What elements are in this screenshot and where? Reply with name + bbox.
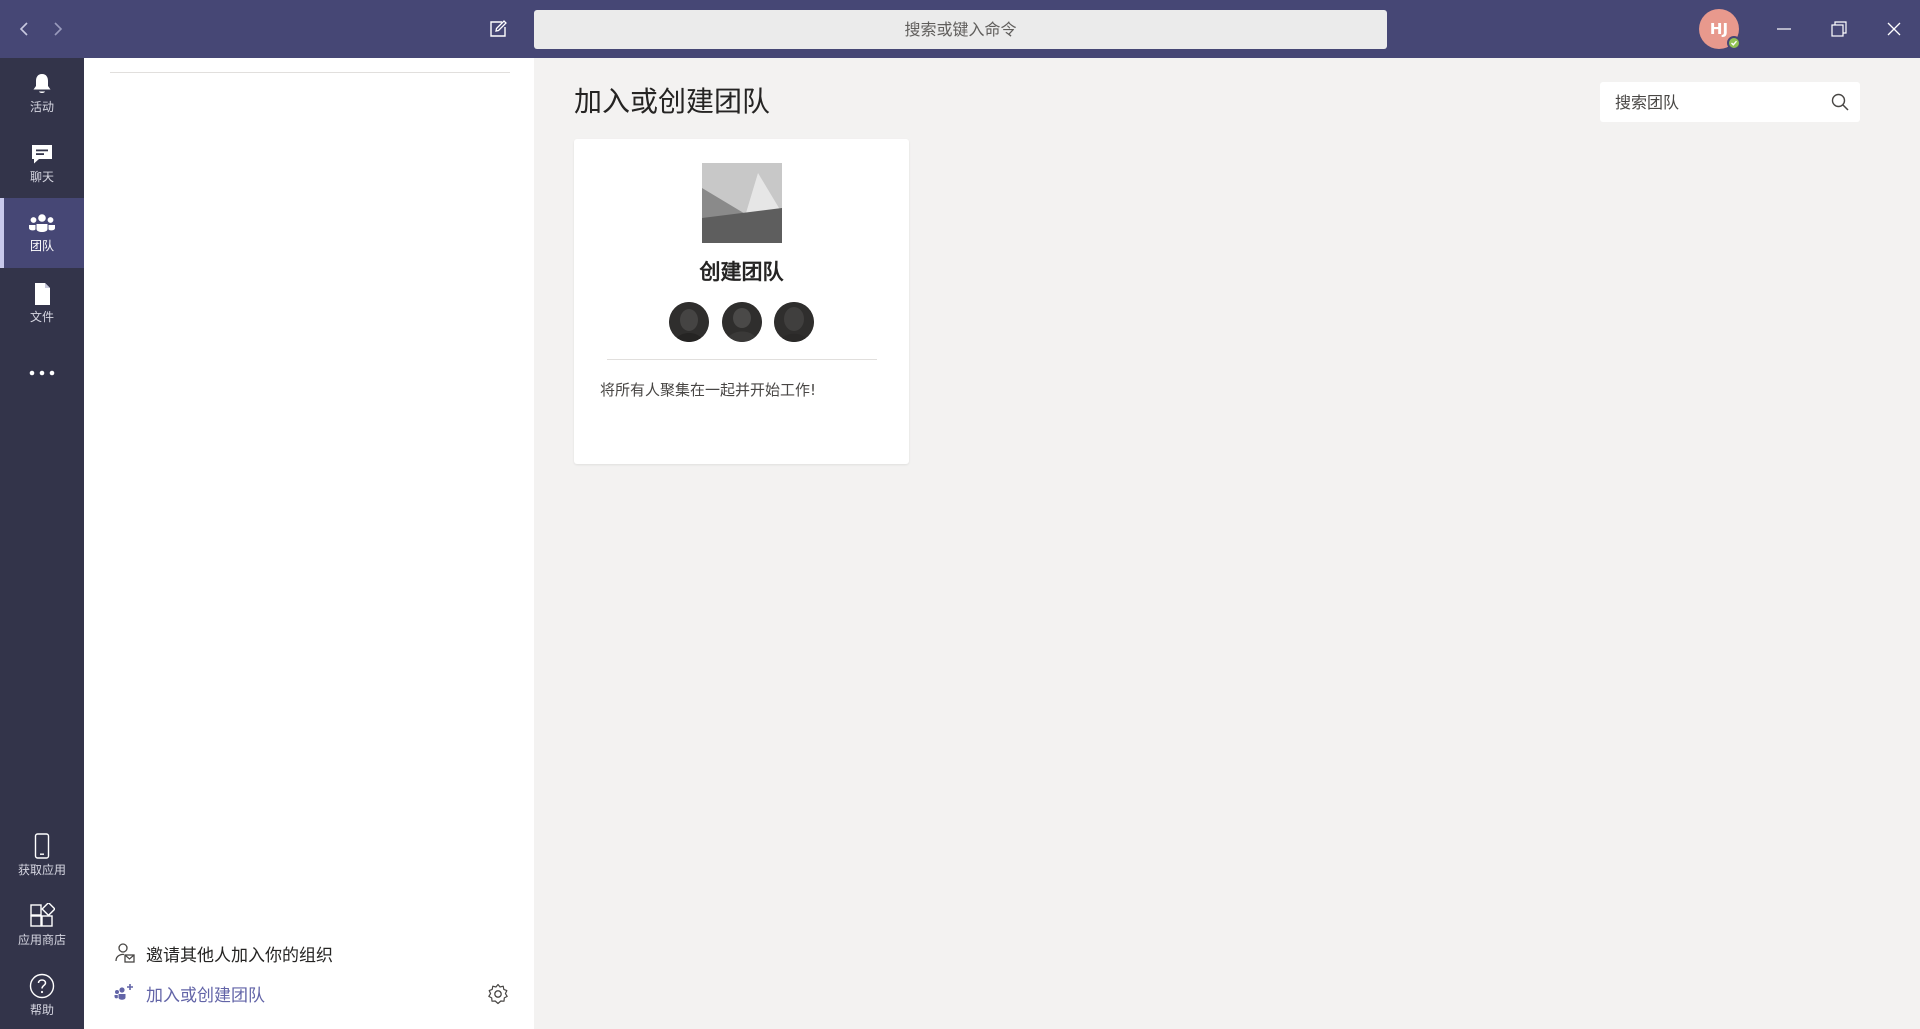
restore-icon xyxy=(1831,21,1847,37)
main-content: 加入或创建团队 创建团队 xyxy=(534,58,1920,1029)
page-title: 加入或创建团队 xyxy=(574,85,771,118)
app-rail: 活动 聊天 团队 文件 获取应用 应用商店 帮助 xyxy=(0,58,84,1029)
chat-icon xyxy=(32,145,52,164)
create-team-description: 将所有人聚集在一起并开始工作! xyxy=(600,381,817,399)
search-icon[interactable] xyxy=(1830,92,1850,112)
manage-teams-button[interactable] xyxy=(486,982,510,1006)
member-avatar-icon xyxy=(774,302,814,342)
rail-item-more[interactable] xyxy=(0,338,84,408)
rail-item-teams[interactable]: 团队 xyxy=(0,198,84,268)
rail-label: 文件 xyxy=(29,310,54,324)
team-image-placeholder-icon xyxy=(702,163,782,243)
team-search-box xyxy=(1600,82,1860,122)
rail-label: 活动 xyxy=(29,100,54,114)
create-team-title: 创建团队 xyxy=(699,260,784,284)
invite-people-link[interactable]: 邀请其他人加入你的组织 xyxy=(114,938,333,968)
new-chat-button[interactable] xyxy=(484,15,512,43)
teams-list-panel: 邀请其他人加入你的组织 加入或创建团队 xyxy=(84,58,534,1029)
file-icon xyxy=(35,283,50,305)
help-icon xyxy=(29,973,55,999)
join-create-team-label: 加入或创建团队 xyxy=(146,985,265,1006)
member-avatar-icon xyxy=(721,302,762,342)
team-search-input[interactable] xyxy=(1600,82,1810,122)
compose-icon xyxy=(490,20,507,37)
invite-people-icon xyxy=(115,943,135,963)
command-search-input[interactable] xyxy=(534,10,1387,49)
forward-button[interactable] xyxy=(46,16,70,42)
create-team-card[interactable]: 创建团队 将所有人聚集在一起并开始工作! xyxy=(574,139,909,464)
add-team-icon xyxy=(114,984,133,1000)
close-button[interactable] xyxy=(1879,14,1909,44)
rail-label: 应用商店 xyxy=(17,933,66,947)
rail-label: 团队 xyxy=(29,239,54,253)
gear-icon xyxy=(488,983,508,1005)
divider xyxy=(110,72,510,73)
close-icon xyxy=(1887,22,1901,36)
rail-label: 获取应用 xyxy=(17,863,66,877)
member-avatars xyxy=(669,302,814,344)
presence-available-icon xyxy=(1727,36,1741,50)
avatar-initials: HJ xyxy=(1709,20,1729,38)
minimize-button[interactable] xyxy=(1769,14,1799,44)
chevron-right-icon xyxy=(54,22,63,36)
card-divider xyxy=(607,359,877,360)
rail-item-get-app[interactable]: 获取应用 xyxy=(0,820,84,890)
teams-icon xyxy=(29,214,55,232)
chevron-left-icon xyxy=(19,22,28,36)
rail-item-files[interactable]: 文件 xyxy=(0,268,84,338)
rail-item-help[interactable]: 帮助 xyxy=(0,960,84,1029)
restore-button[interactable] xyxy=(1824,14,1854,44)
rail-label: 帮助 xyxy=(29,1003,54,1017)
title-bar: HJ xyxy=(0,0,1920,58)
bell-icon xyxy=(33,74,51,93)
rail-item-activity[interactable]: 活动 xyxy=(0,58,84,128)
minimize-icon xyxy=(1777,28,1791,30)
rail-label: 聊天 xyxy=(29,170,54,184)
user-avatar[interactable]: HJ xyxy=(1699,9,1741,50)
phone-icon xyxy=(34,833,50,859)
invite-people-label: 邀请其他人加入你的组织 xyxy=(146,945,333,966)
member-avatar-icon xyxy=(669,302,709,342)
rail-item-chat[interactable]: 聊天 xyxy=(0,128,84,198)
join-create-team-link[interactable]: 加入或创建团队 xyxy=(114,978,265,1008)
store-icon xyxy=(30,903,55,927)
rail-item-app-store[interactable]: 应用商店 xyxy=(0,890,84,960)
back-button[interactable] xyxy=(12,16,36,42)
more-icon xyxy=(29,370,55,376)
